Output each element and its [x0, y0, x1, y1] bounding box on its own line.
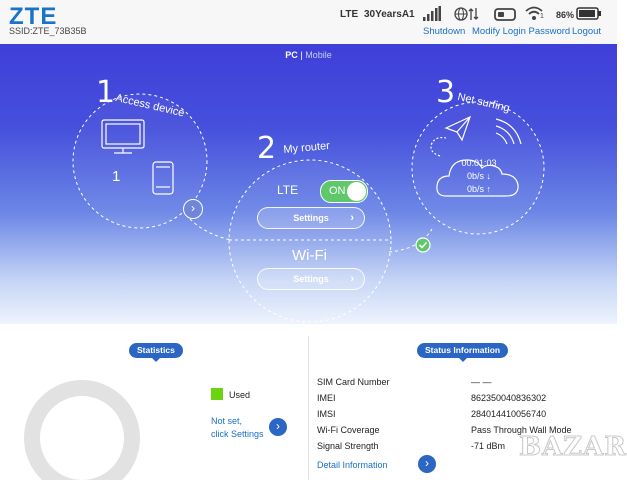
- imei-label: IMEI: [317, 393, 336, 403]
- shutdown-link[interactable]: Shutdown: [423, 26, 465, 37]
- download-speed: 0b/s ↓: [466, 171, 491, 181]
- chevron-right-icon: ›: [350, 212, 354, 224]
- status-information-tag: Status Information: [417, 343, 509, 362]
- step-3-number: 3: [436, 75, 456, 110]
- usage-donut-chart: [24, 380, 140, 480]
- lte-toggle[interactable]: ON: [320, 180, 368, 203]
- logout-link[interactable]: Logout: [572, 26, 601, 37]
- connection-time: 00:01:03: [461, 158, 497, 168]
- ssid-label: SSID:ZTE_73B35B: [9, 26, 87, 36]
- modify-password-link[interactable]: Modify Login Password: [472, 26, 570, 37]
- bazar-watermark: BAZAR: [519, 432, 627, 463]
- imsi-value: 284014410056740: [471, 409, 547, 419]
- step-1-number: 1: [96, 75, 116, 110]
- detail-information-link[interactable]: Detail Information: [317, 460, 388, 470]
- network-type: LTE: [340, 9, 359, 20]
- operator-name: 30YearsA1: [364, 9, 415, 20]
- toggle-knob: [347, 182, 366, 201]
- lte-label: LTE: [277, 183, 299, 197]
- top-bar: ZTE SSID:ZTE_73B35B LTE 30YearsA1 1 86% …: [0, 0, 617, 45]
- section-divider: [308, 336, 309, 480]
- imsi-label: IMSI: [317, 409, 336, 419]
- signal-strength-value: -71 dBm: [471, 441, 506, 451]
- step-2-number: 2: [257, 131, 277, 166]
- lte-settings-button[interactable]: Settings ›: [257, 207, 365, 229]
- chevron-right-icon: ›: [350, 273, 354, 285]
- used-legend-label: Used: [229, 390, 251, 400]
- not-set-text[interactable]: Not set,: [211, 416, 242, 426]
- wifi-coverage-label: Wi-Fi Coverage: [317, 425, 380, 435]
- wifi-client-count: 1: [540, 13, 544, 20]
- network-diagram: PC | Mobile 1 Access device 1 › 2 My rou…: [0, 44, 617, 324]
- wifi-label: Wi-Fi: [292, 247, 327, 264]
- detail-information-button[interactable]: ›: [418, 455, 436, 473]
- sim-card-number-value: — —: [471, 377, 492, 387]
- internet-connection-icon: [454, 7, 479, 21]
- imei-value: 862350040836302: [471, 393, 547, 403]
- battery-icon: [576, 7, 601, 20]
- access-device-arrow-button[interactable]: ›: [183, 199, 203, 219]
- statistics-settings-button[interactable]: ›: [269, 418, 287, 436]
- connected-device-count: 1: [112, 168, 121, 185]
- wifi-settings-button[interactable]: Settings ›: [257, 268, 365, 290]
- sim-card-number-label: SIM Card Number: [317, 377, 390, 387]
- battery-percent: 86%: [556, 10, 575, 20]
- used-legend-swatch: [211, 388, 223, 400]
- click-settings-link[interactable]: click Settings: [211, 429, 264, 439]
- signal-strength-label: Signal Strength: [317, 441, 379, 451]
- sim-card-icon: [494, 8, 516, 21]
- statistics-tag: Statistics: [129, 343, 183, 362]
- check-icon: [415, 237, 431, 253]
- signal-icon: [423, 6, 441, 21]
- upload-speed: 0b/s ↑: [466, 184, 491, 194]
